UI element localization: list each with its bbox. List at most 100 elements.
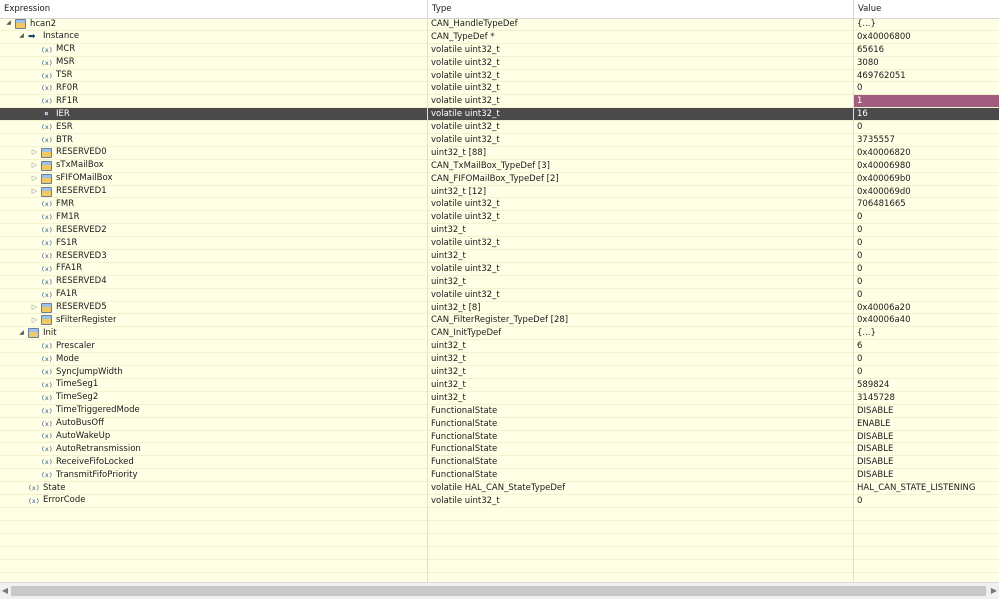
tree-row[interactable]: sFIFOMailBox CAN_FIFOMailBox_TypeDef [2]0… — [0, 172, 999, 186]
value-cell[interactable]: 3145728 — [853, 391, 999, 404]
value-cell[interactable]: 0 — [853, 366, 999, 378]
value-cell[interactable]: 0 — [853, 224, 999, 237]
collapse-toggle-icon[interactable] — [4, 19, 13, 28]
scrollbar-thumb[interactable] — [11, 586, 986, 596]
tree-row[interactable]: RESERVED4 uint32_t0 — [0, 275, 999, 289]
column-header-expression[interactable]: Expression — [0, 0, 427, 18]
tree-row[interactable]: ErrorCode volatile uint32_t0 — [0, 494, 999, 508]
tree-row[interactable]: Init CAN_InitTypeDef{...} — [0, 327, 999, 341]
value-cell[interactable]: 0x40006820 — [853, 146, 999, 159]
tree-row[interactable]: SyncJumpWidth uint32_t0 — [0, 366, 999, 379]
expression-cell[interactable]: TransmitFifoPriority — [0, 469, 427, 481]
value-cell[interactable]: 0 — [853, 353, 999, 366]
value-cell[interactable]: 16 — [853, 108, 999, 121]
expression-cell[interactable]: Init — [0, 327, 427, 339]
expression-cell[interactable]: RESERVED0 — [0, 147, 427, 159]
value-cell[interactable]: {...} — [853, 327, 999, 340]
tree-row[interactable]: TimeSeg1 uint32_t589824 — [0, 378, 999, 392]
expand-toggle-icon[interactable] — [30, 161, 39, 170]
value-cell[interactable]: 0 — [853, 237, 999, 250]
value-cell[interactable]: DISABLE — [853, 456, 999, 469]
expression-cell[interactable]: TSR — [0, 70, 427, 82]
expression-cell[interactable]: RESERVED4 — [0, 276, 427, 288]
expression-cell[interactable]: FM1R — [0, 211, 427, 223]
expression-cell[interactable]: SyncJumpWidth — [0, 366, 427, 378]
expand-toggle-icon[interactable] — [30, 316, 39, 325]
value-cell[interactable]: ENABLE — [853, 417, 999, 430]
value-cell[interactable]: 0 — [853, 275, 999, 288]
scroll-left-icon[interactable]: ◀ — [0, 585, 10, 597]
expression-cell[interactable]: MSR — [0, 57, 427, 69]
expression-cell[interactable]: ReceiveFifoLocked — [0, 456, 427, 468]
value-cell[interactable]: {...} — [853, 18, 999, 30]
value-cell[interactable]: DISABLE — [853, 430, 999, 443]
tree-row[interactable]: RESERVED5 uint32_t [8]0x40006a20 — [0, 301, 999, 315]
tree-row[interactable]: Instance CAN_TypeDef *0x40006800 — [0, 30, 999, 44]
expression-cell[interactable]: RF1R — [0, 95, 427, 107]
tree-row[interactable]: MCR volatile uint32_t65616 — [0, 43, 999, 57]
expression-cell[interactable]: sFIFOMailBox — [0, 173, 427, 185]
tree-row[interactable]: sFilterRegister CAN_FilterRegister_TypeDe… — [0, 314, 999, 328]
value-cell[interactable]: 0x40006a20 — [853, 301, 999, 314]
tree-row[interactable]: Mode uint32_t0 — [0, 353, 999, 367]
expression-cell[interactable]: RF0R — [0, 82, 427, 94]
value-cell[interactable]: 0 — [853, 211, 999, 224]
tree-row[interactable]: ReceiveFifoLocked FunctionalStateDISABLE — [0, 456, 999, 470]
horizontal-scrollbar[interactable]: ◀ ▶ — [0, 582, 999, 599]
value-cell[interactable]: 0 — [853, 494, 999, 507]
scroll-right-icon[interactable]: ▶ — [989, 585, 999, 597]
expression-cell[interactable]: AutoRetransmission — [0, 443, 427, 455]
tree-row[interactable]: RESERVED1 uint32_t [12]0x400069d0 — [0, 185, 999, 199]
expression-cell[interactable]: RESERVED2 — [0, 224, 427, 236]
expression-cell[interactable]: RESERVED5 — [0, 302, 427, 314]
value-cell[interactable]: 0 — [853, 288, 999, 301]
expression-cell[interactable]: State — [0, 482, 427, 494]
empty-row[interactable] — [0, 560, 999, 573]
value-cell[interactable]: 3080 — [853, 56, 999, 69]
value-cell[interactable]: 706481665 — [853, 198, 999, 211]
expression-cell[interactable]: sFilterRegister — [0, 314, 427, 326]
empty-row[interactable] — [0, 508, 999, 521]
tree-row[interactable]: RESERVED3 uint32_t0 — [0, 250, 999, 263]
tree-row[interactable]: RESERVED0 uint32_t [88]0x40006820 — [0, 146, 999, 160]
expression-cell[interactable]: IER — [0, 108, 427, 120]
value-cell[interactable]: 6 — [853, 340, 999, 353]
expression-cell[interactable]: TimeSeg1 — [0, 379, 427, 391]
tree-row[interactable]: TSR volatile uint32_t469762051 — [0, 69, 999, 83]
expression-cell[interactable]: AutoWakeUp — [0, 431, 427, 443]
tree-row[interactable]: FM1R volatile uint32_t0 — [0, 211, 999, 225]
expression-cell[interactable]: hcan2 — [0, 18, 427, 30]
tree-row[interactable]: BTR volatile uint32_t3735557 — [0, 134, 999, 147]
value-cell[interactable]: 1 — [853, 95, 999, 108]
value-cell[interactable]: 0 — [853, 250, 999, 262]
expression-cell[interactable]: sTxMailBox — [0, 160, 427, 172]
expression-cell[interactable]: FMR — [0, 198, 427, 210]
value-cell[interactable]: 0 — [853, 121, 999, 134]
tree-row[interactable]: MSR volatile uint32_t3080 — [0, 56, 999, 70]
tree-row[interactable]: FMR volatile uint32_t706481665 — [0, 198, 999, 212]
tree-row[interactable]: RF0R volatile uint32_t0 — [0, 82, 999, 96]
tree-row[interactable]: AutoBusOff FunctionalStateENABLE — [0, 417, 999, 431]
value-cell[interactable]: 469762051 — [853, 69, 999, 82]
value-cell[interactable]: 65616 — [853, 43, 999, 56]
expression-cell[interactable]: TimeSeg2 — [0, 392, 427, 404]
expression-cell[interactable]: RESERVED1 — [0, 186, 427, 198]
value-cell[interactable]: 0x40006980 — [853, 159, 999, 172]
value-cell[interactable]: 0x400069d0 — [853, 185, 999, 198]
tree-row[interactable]: sTxMailBox CAN_TxMailBox_TypeDef [3]0x400… — [0, 159, 999, 173]
column-header-type[interactable]: Type — [427, 0, 853, 18]
expand-toggle-icon[interactable] — [30, 303, 39, 312]
empty-row[interactable] — [0, 534, 999, 547]
expression-cell[interactable]: Mode — [0, 353, 427, 365]
value-cell[interactable]: DISABLE — [853, 469, 999, 482]
tree-row[interactable]: TimeSeg2 uint32_t3145728 — [0, 391, 999, 405]
value-cell[interactable]: 0x400069b0 — [853, 172, 999, 185]
tree-row[interactable]: RESERVED2 uint32_t0 — [0, 224, 999, 238]
expression-cell[interactable]: MCR — [0, 44, 427, 56]
expression-cell[interactable]: FFA1R — [0, 263, 427, 275]
tree-row[interactable]: AutoWakeUp FunctionalStateDISABLE — [0, 430, 999, 444]
empty-row[interactable] — [0, 521, 999, 534]
tree-row[interactable]: RF1R volatile uint32_t1 — [0, 95, 999, 109]
expression-cell[interactable]: ErrorCode — [0, 495, 427, 507]
expression-cell[interactable]: FS1R — [0, 237, 427, 249]
